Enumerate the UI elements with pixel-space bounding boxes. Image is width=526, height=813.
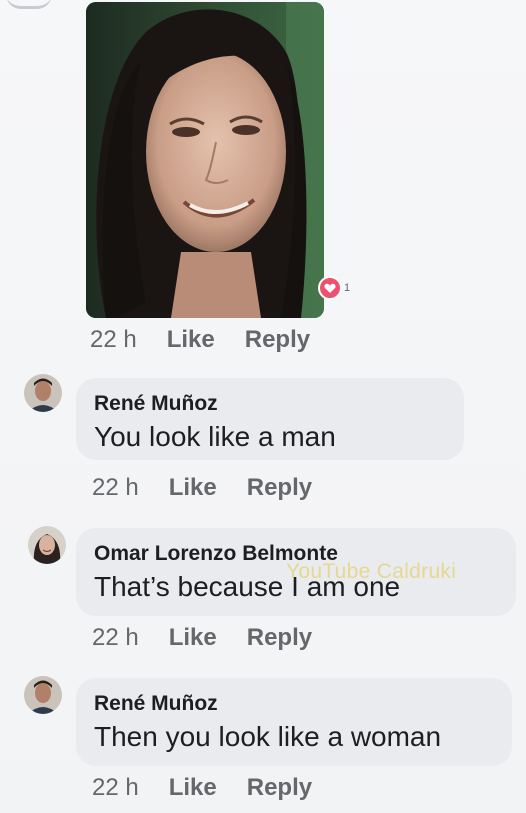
comment-thread: 1 22 h Like Reply René Muñoz You look li… bbox=[0, 0, 526, 813]
comment-author[interactable]: René Muñoz bbox=[94, 390, 446, 418]
reaction-count: 1 bbox=[344, 282, 351, 294]
comment-text: You look like a man bbox=[94, 421, 336, 452]
comment-bubble: René Muñoz You look like a man bbox=[76, 378, 464, 460]
reply-button[interactable]: Reply bbox=[247, 624, 312, 652]
timestamp[interactable]: 22 h bbox=[90, 326, 137, 354]
comment-actions: 22 h Like Reply bbox=[92, 774, 312, 802]
reaction-summary[interactable]: 1 bbox=[318, 276, 350, 300]
avatar[interactable] bbox=[24, 374, 62, 412]
previous-comment-fragment bbox=[0, 0, 70, 12]
like-button[interactable]: Like bbox=[167, 326, 215, 354]
comment-actions: 22 h Like Reply bbox=[92, 474, 312, 502]
heart-reaction-icon bbox=[318, 276, 342, 300]
like-button[interactable]: Like bbox=[169, 474, 217, 502]
timestamp[interactable]: 22 h bbox=[92, 774, 139, 802]
avatar[interactable] bbox=[28, 526, 66, 564]
reply-button[interactable]: Reply bbox=[247, 474, 312, 502]
comment-text: Then you look like a woman bbox=[94, 721, 442, 752]
avatar[interactable] bbox=[24, 676, 62, 714]
timestamp[interactable]: 22 h bbox=[92, 624, 139, 652]
timestamp[interactable]: 22 h bbox=[92, 474, 139, 502]
photo-attachment[interactable] bbox=[86, 2, 324, 318]
like-button[interactable]: Like bbox=[169, 624, 217, 652]
comment-author[interactable]: René Muñoz bbox=[94, 690, 494, 718]
reply-button[interactable]: Reply bbox=[247, 774, 312, 802]
comment-bubble: René Muñoz Then you look like a woman bbox=[76, 678, 512, 766]
like-button[interactable]: Like bbox=[169, 774, 217, 802]
post-actions: 22 h Like Reply bbox=[90, 326, 310, 354]
comment-actions: 22 h Like Reply bbox=[92, 624, 312, 652]
watermark: YouTube Caldruki bbox=[286, 560, 457, 583]
reply-button[interactable]: Reply bbox=[245, 326, 310, 354]
